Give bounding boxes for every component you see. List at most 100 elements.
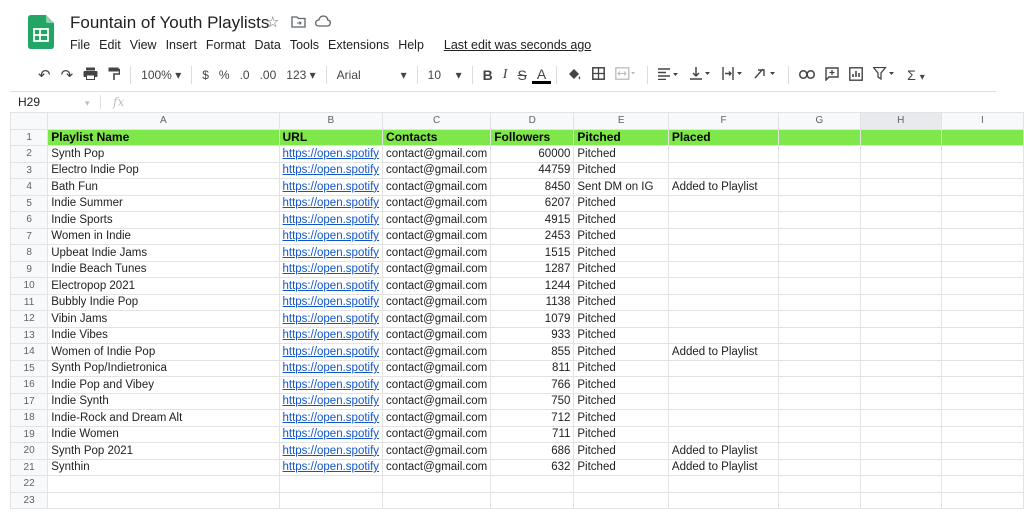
followers-cell[interactable]: 60000 bbox=[490, 145, 575, 163]
cell[interactable] bbox=[940, 392, 1024, 410]
menu-format[interactable]: Format bbox=[206, 38, 246, 52]
text-wrap-icon[interactable] bbox=[717, 67, 749, 83]
pitched-cell[interactable]: Pitched bbox=[573, 409, 669, 427]
column-header-i[interactable]: I bbox=[940, 112, 1024, 130]
placed-cell[interactable] bbox=[667, 227, 780, 245]
pitched-cell[interactable]: Pitched bbox=[573, 244, 669, 262]
playlist-name-cell[interactable]: Women in Indie bbox=[47, 227, 280, 245]
contact-cell[interactable]: contact@gmail.com bbox=[382, 277, 492, 295]
placed-cell[interactable] bbox=[667, 244, 780, 262]
placed-cell[interactable] bbox=[667, 260, 780, 278]
cell[interactable] bbox=[778, 458, 861, 476]
font-family-select[interactable]: Arial ▾ bbox=[332, 68, 412, 82]
placed-cell[interactable] bbox=[667, 211, 780, 229]
cell[interactable] bbox=[778, 326, 861, 344]
row-header[interactable]: 6 bbox=[9, 211, 49, 229]
contact-cell[interactable]: contact@gmail.com bbox=[382, 326, 492, 344]
contact-cell[interactable]: contact@gmail.com bbox=[382, 376, 492, 394]
playlist-name-cell[interactable]: Synth Pop 2021 bbox=[47, 442, 280, 460]
cell[interactable] bbox=[859, 376, 942, 394]
url-cell[interactable]: https://open.spotify bbox=[278, 442, 384, 460]
column-header-d[interactable]: D bbox=[490, 112, 575, 130]
playlist-name-cell[interactable]: Synth Pop bbox=[47, 145, 280, 163]
contact-cell[interactable]: contact@gmail.com bbox=[382, 310, 492, 328]
followers-cell[interactable]: 811 bbox=[490, 359, 575, 377]
cell[interactable] bbox=[859, 310, 942, 328]
cell[interactable] bbox=[778, 442, 861, 460]
followers-cell[interactable]: 2453 bbox=[490, 227, 575, 245]
menu-insert[interactable]: Insert bbox=[166, 38, 197, 52]
followers-cell[interactable]: 750 bbox=[490, 392, 575, 410]
column-header-e[interactable]: E bbox=[573, 112, 669, 130]
cell[interactable] bbox=[278, 475, 384, 493]
followers-cell[interactable]: 712 bbox=[490, 409, 575, 427]
contact-cell[interactable]: contact@gmail.com bbox=[382, 442, 492, 460]
cell[interactable] bbox=[859, 260, 942, 278]
menu-data[interactable]: Data bbox=[254, 38, 280, 52]
url-cell[interactable]: https://open.spotify bbox=[278, 458, 384, 476]
menu-help[interactable]: Help bbox=[398, 38, 424, 52]
currency-format-button[interactable]: $ bbox=[197, 68, 214, 82]
row-header[interactable]: 15 bbox=[9, 359, 49, 377]
placed-cell[interactable]: Added to Playlist bbox=[667, 343, 780, 361]
followers-cell[interactable]: 711 bbox=[490, 425, 575, 443]
cell[interactable] bbox=[859, 392, 942, 410]
row-header[interactable]: 20 bbox=[9, 442, 49, 460]
cell[interactable] bbox=[47, 475, 280, 493]
playlist-name-cell[interactable]: Indie Sports bbox=[47, 211, 280, 229]
percent-format-button[interactable]: % bbox=[214, 68, 235, 82]
insert-link-icon[interactable] bbox=[794, 68, 820, 82]
cloud-status-icon[interactable] bbox=[315, 15, 331, 27]
placed-cell[interactable]: Added to Playlist bbox=[667, 458, 780, 476]
row-header[interactable]: 21 bbox=[9, 458, 49, 476]
url-cell[interactable]: https://open.spotify bbox=[278, 194, 384, 212]
cell[interactable] bbox=[859, 475, 942, 493]
cell[interactable] bbox=[859, 425, 942, 443]
playlist-name-cell[interactable]: Indie Vibes bbox=[47, 326, 280, 344]
placed-cell[interactable] bbox=[667, 293, 780, 311]
followers-cell[interactable]: 6207 bbox=[490, 194, 575, 212]
cell[interactable] bbox=[859, 161, 942, 179]
row-header[interactable]: 18 bbox=[9, 409, 49, 427]
cell[interactable] bbox=[940, 442, 1024, 460]
cell[interactable] bbox=[778, 343, 861, 361]
font-size-select[interactable]: 10 ▾ bbox=[423, 68, 467, 82]
header-cell[interactable]: URL bbox=[278, 128, 384, 146]
horizontal-align-icon[interactable] bbox=[653, 67, 685, 83]
pitched-cell[interactable]: Pitched bbox=[573, 376, 669, 394]
row-header[interactable]: 1 bbox=[9, 128, 49, 146]
cell[interactable] bbox=[859, 178, 942, 196]
placed-cell[interactable] bbox=[667, 392, 780, 410]
cell[interactable] bbox=[573, 475, 669, 493]
number-format-select[interactable]: 123 ▾ bbox=[281, 68, 320, 82]
cell[interactable] bbox=[940, 260, 1024, 278]
row-header[interactable]: 2 bbox=[9, 145, 49, 163]
row-header[interactable]: 14 bbox=[9, 343, 49, 361]
pitched-cell[interactable]: Pitched bbox=[573, 211, 669, 229]
cell[interactable] bbox=[778, 409, 861, 427]
cell[interactable] bbox=[859, 343, 942, 361]
cell[interactable] bbox=[940, 227, 1024, 245]
cell[interactable] bbox=[778, 211, 861, 229]
contact-cell[interactable]: contact@gmail.com bbox=[382, 227, 492, 245]
followers-cell[interactable]: 632 bbox=[490, 458, 575, 476]
zoom-select[interactable]: 100% ▾ bbox=[136, 68, 186, 82]
row-header[interactable]: 4 bbox=[9, 178, 49, 196]
playlist-name-cell[interactable]: Indie-Rock and Dream Alt bbox=[47, 409, 280, 427]
pitched-cell[interactable]: Pitched bbox=[573, 326, 669, 344]
contact-cell[interactable]: contact@gmail.com bbox=[382, 244, 492, 262]
menu-edit[interactable]: Edit bbox=[99, 38, 121, 52]
row-header[interactable]: 23 bbox=[9, 491, 49, 509]
followers-cell[interactable]: 686 bbox=[490, 442, 575, 460]
url-cell[interactable]: https://open.spotify bbox=[278, 178, 384, 196]
followers-cell[interactable]: 1287 bbox=[490, 260, 575, 278]
pitched-cell[interactable]: Pitched bbox=[573, 392, 669, 410]
cell[interactable] bbox=[859, 359, 942, 377]
cell[interactable] bbox=[490, 475, 575, 493]
cell[interactable] bbox=[940, 277, 1024, 295]
contact-cell[interactable]: contact@gmail.com bbox=[382, 425, 492, 443]
fill-color-icon[interactable] bbox=[562, 67, 587, 84]
row-header[interactable]: 13 bbox=[9, 326, 49, 344]
placed-cell[interactable] bbox=[667, 425, 780, 443]
cell[interactable] bbox=[859, 326, 942, 344]
